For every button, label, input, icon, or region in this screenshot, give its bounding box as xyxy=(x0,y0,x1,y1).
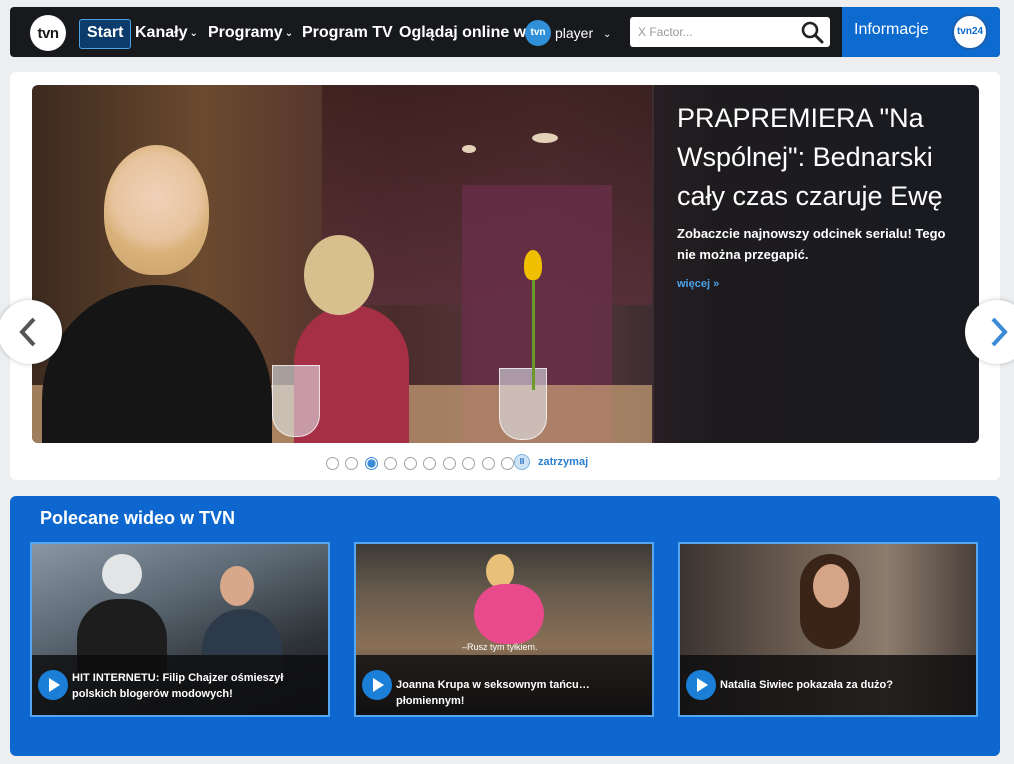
slide-dot[interactable] xyxy=(345,457,359,471)
video-card[interactable]: –Rusz tym tyłkiem. Joanna Krupa w seksow… xyxy=(354,542,654,717)
play-icon[interactable] xyxy=(686,670,716,700)
pause-button[interactable]: zatrzymaj xyxy=(538,454,588,470)
tulip-stem xyxy=(532,280,535,390)
chevron-down-icon: ⌄ xyxy=(189,28,198,39)
person-head xyxy=(813,564,849,608)
previous-slide-button[interactable] xyxy=(0,300,62,364)
slide-dot[interactable] xyxy=(462,457,476,471)
video-subtitle: –Rusz tym tyłkiem. xyxy=(462,642,538,652)
slide-dot[interactable] xyxy=(423,457,437,471)
person-figure xyxy=(474,584,544,644)
hero-title[interactable]: PRAPREMIERA "Na Wspólnej": Bednarski cał… xyxy=(677,99,977,216)
player-label[interactable]: player ⌄ xyxy=(555,19,611,47)
search-box xyxy=(630,17,830,47)
hero-description: Zobaczcie najnowszy odcinek serialu! Teg… xyxy=(677,226,946,262)
video-caption-bar: Joanna Krupa w seksownym tańcu… płomienn… xyxy=(356,655,652,715)
chevron-down-icon: ⌄ xyxy=(603,29,612,40)
recommended-videos-section: Polecane wideo w TVN HIT INTERNETU: Fili… xyxy=(10,496,1000,756)
play-icon[interactable] xyxy=(362,670,392,700)
nav-item-kanaly[interactable]: Kanały ⌄ xyxy=(135,19,198,47)
wine-glass xyxy=(499,368,547,440)
wine-glass xyxy=(272,365,320,437)
video-caption: Natalia Siwiec pokazała za dużo? xyxy=(720,679,893,691)
ceiling-lamp xyxy=(462,145,476,153)
hero-text-overlay: PRAPREMIERA "Na Wspólnej": Bednarski cał… xyxy=(654,85,979,443)
chevron-right-icon xyxy=(991,317,1008,347)
nav-item-programy[interactable]: Programy ⌄ xyxy=(208,19,293,47)
tvn-logo[interactable]: tvn xyxy=(30,15,66,51)
background-woman-head xyxy=(304,235,374,315)
slide-dot[interactable] xyxy=(481,457,495,471)
nav-item-program-tv[interactable]: Program TV xyxy=(302,19,393,47)
tvn-player-logo-icon[interactable]: tvn xyxy=(525,20,551,46)
video-card[interactable]: HIT INTERNETU: Filip Chajzer ośmieszył p… xyxy=(30,542,330,717)
person-head xyxy=(220,566,254,606)
video-caption-bar: Natalia Siwiec pokazała za dużo? xyxy=(680,655,976,715)
top-navigation: tvn Start Kanały ⌄ Programy ⌄ Program TV O… xyxy=(10,7,1000,57)
slide-dot[interactable] xyxy=(403,457,417,471)
search-icon[interactable] xyxy=(800,20,824,44)
woman-figure xyxy=(42,285,272,443)
slide-dot-active[interactable] xyxy=(364,457,378,471)
tvn24-logo: tvn24 xyxy=(952,14,988,50)
video-card[interactable]: Natalia Siwiec pokazała za dużo? xyxy=(678,542,978,717)
informacje-link[interactable]: Informacje tvn24 xyxy=(842,7,1000,57)
tulip-flower xyxy=(524,250,542,280)
pause-icon[interactable]: II xyxy=(514,454,530,470)
chevron-left-icon xyxy=(19,317,36,347)
slide-indicators xyxy=(326,455,516,471)
video-caption: HIT INTERNETU: Filip Chajzer ośmieszył p… xyxy=(72,672,284,700)
ceiling-lamp xyxy=(532,133,558,143)
woman-head xyxy=(104,145,209,275)
slide-dot[interactable] xyxy=(442,457,456,471)
slide-dot[interactable] xyxy=(501,457,515,471)
more-link[interactable]: więcej » xyxy=(677,278,719,290)
play-icon[interactable] xyxy=(38,670,68,700)
hero-carousel: PRAPREMIERA "Na Wspólnej": Bednarski cał… xyxy=(0,72,1014,480)
slide-dot[interactable] xyxy=(384,457,398,471)
section-title: Polecane wideo w TVN xyxy=(40,508,236,528)
person-head xyxy=(102,554,142,594)
search-input[interactable] xyxy=(630,17,806,47)
nav-item-start[interactable]: Start xyxy=(79,19,132,49)
video-caption-bar: HIT INTERNETU: Filip Chajzer ośmieszył p… xyxy=(32,655,328,715)
chevron-down-icon: ⌄ xyxy=(284,28,294,39)
slide-dot[interactable] xyxy=(326,457,339,471)
person-head xyxy=(486,554,514,588)
nav-item-ogladaj-online[interactable]: Oglądaj online w xyxy=(399,19,526,47)
hero-image[interactable]: PRAPREMIERA "Na Wspólnej": Bednarski cał… xyxy=(32,85,979,443)
video-caption: Joanna Krupa w seksownym tańcu… płomienn… xyxy=(396,679,590,707)
